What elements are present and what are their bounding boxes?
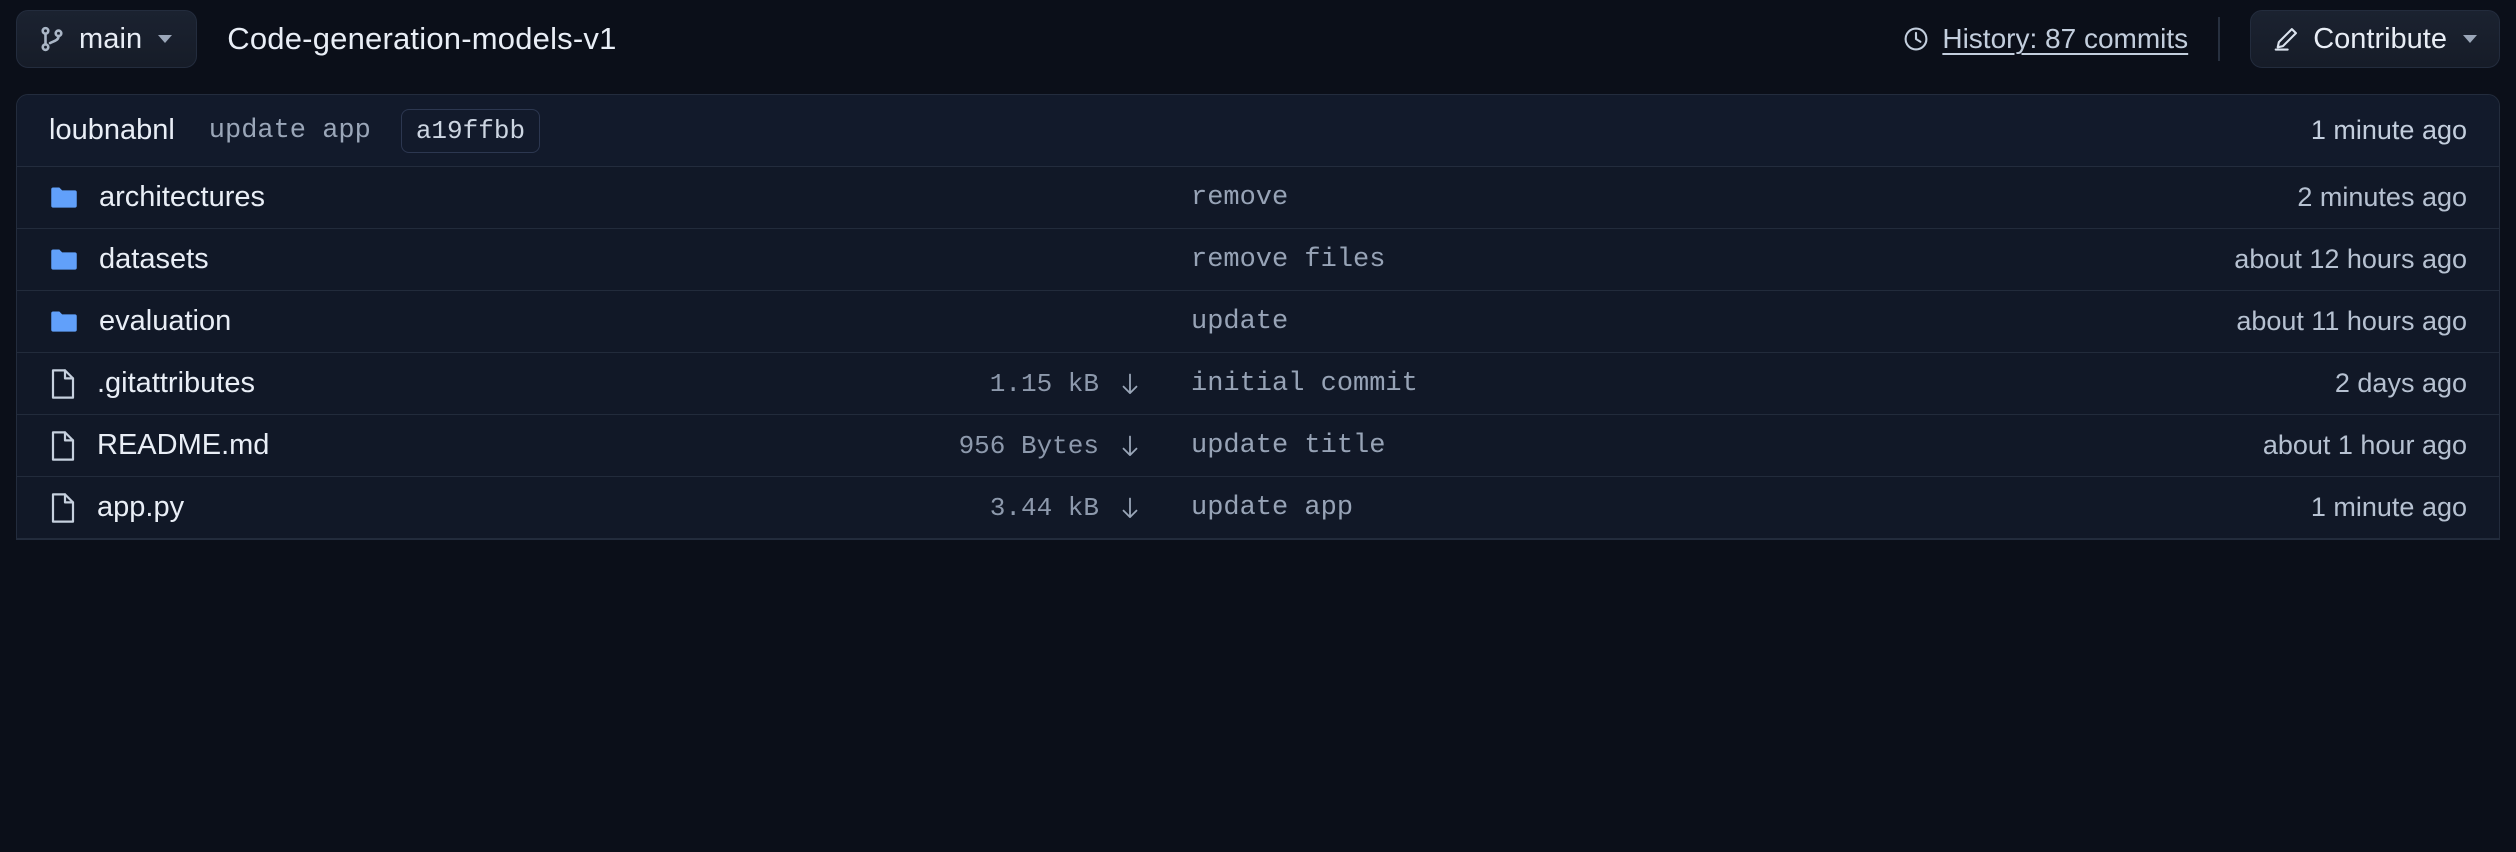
file-name-label: evaluation	[99, 305, 231, 338]
row-commit-message[interactable]: update app	[1161, 493, 2311, 523]
commit-timestamp: 1 minute ago	[2311, 115, 2467, 146]
repository-file-browser: main Code-generation-models-v1 History: …	[0, 0, 2516, 852]
row-timestamp: 2 days ago	[2335, 368, 2467, 399]
chevron-down-icon	[2463, 35, 2477, 43]
row-commit-message[interactable]: update title	[1161, 431, 2263, 461]
file-name-cell[interactable]: evaluation	[49, 305, 839, 338]
history-label: History: 87 commits	[1942, 23, 2188, 55]
download-arrow-icon[interactable]	[1099, 433, 1161, 459]
file-name-cell[interactable]: app.py	[49, 491, 839, 524]
row-timestamp: 1 minute ago	[2311, 492, 2467, 523]
row-timestamp: about 12 hours ago	[2234, 244, 2467, 275]
download-arrow-icon[interactable]	[1099, 495, 1161, 521]
file-name-label: datasets	[99, 243, 209, 276]
table-row[interactable]: architectures remove 2 minutes ago	[17, 167, 2499, 229]
row-commit-message[interactable]: initial commit	[1161, 369, 2335, 399]
last-commit-bar: loubnabnl update app a19ffbb 1 minute ag…	[17, 95, 2499, 167]
file-icon	[49, 492, 77, 524]
download-arrow-icon[interactable]	[1099, 371, 1161, 397]
branch-selector-button[interactable]: main	[16, 10, 197, 68]
file-table: loubnabnl update app a19ffbb 1 minute ag…	[16, 94, 2500, 540]
file-icon	[49, 368, 77, 400]
contribute-label: Contribute	[2313, 23, 2447, 56]
file-size: 1.15 kB	[839, 369, 1099, 399]
file-name-cell[interactable]: README.md	[49, 429, 839, 462]
file-name-label: .gitattributes	[97, 367, 255, 400]
commit-message[interactable]: update app	[209, 116, 371, 146]
row-timestamp: 2 minutes ago	[2297, 182, 2467, 213]
git-branch-icon	[39, 25, 65, 53]
table-row[interactable]: .gitattributes 1.15 kB initial commit 2 …	[17, 353, 2499, 415]
file-name-cell[interactable]: architectures	[49, 181, 839, 214]
row-commit-message[interactable]: remove	[1161, 183, 2297, 213]
row-timestamp: about 1 hour ago	[2263, 430, 2467, 461]
file-name-label: README.md	[97, 429, 269, 462]
header-actions: History: 87 commits Contribute	[1903, 10, 2500, 68]
folder-icon	[49, 307, 79, 337]
row-commit-message[interactable]: remove files	[1161, 245, 2234, 275]
chevron-down-icon	[158, 35, 172, 43]
folder-icon	[49, 245, 79, 275]
file-name-cell[interactable]: datasets	[49, 243, 839, 276]
row-timestamp: about 11 hours ago	[2236, 306, 2467, 337]
file-size: 956 Bytes	[839, 431, 1099, 461]
table-row[interactable]: app.py 3.44 kB update app 1 minute ago	[17, 477, 2499, 539]
header-divider	[2218, 17, 2220, 61]
table-row[interactable]: evaluation update about 11 hours ago	[17, 291, 2499, 353]
row-commit-message[interactable]: update	[1161, 307, 2236, 337]
pencil-icon	[2273, 26, 2299, 52]
commit-author[interactable]: loubnabnl	[49, 114, 175, 147]
commit-sha-badge[interactable]: a19ffbb	[401, 109, 540, 153]
table-row[interactable]: datasets remove files about 12 hours ago	[17, 229, 2499, 291]
contribute-button[interactable]: Contribute	[2250, 10, 2500, 68]
table-row[interactable]: README.md 956 Bytes update title about 1…	[17, 415, 2499, 477]
file-name-label: app.py	[97, 491, 184, 524]
branch-name-label: main	[79, 23, 142, 56]
file-name-label: architectures	[99, 181, 265, 214]
file-name-cell[interactable]: .gitattributes	[49, 367, 839, 400]
file-icon	[49, 430, 77, 462]
repo-header: main Code-generation-models-v1 History: …	[0, 0, 2516, 78]
history-link[interactable]: History: 87 commits	[1903, 23, 2188, 55]
file-size: 3.44 kB	[839, 493, 1099, 523]
clock-icon	[1903, 26, 1929, 52]
repo-title: Code-generation-models-v1	[227, 21, 616, 57]
folder-icon	[49, 183, 79, 213]
